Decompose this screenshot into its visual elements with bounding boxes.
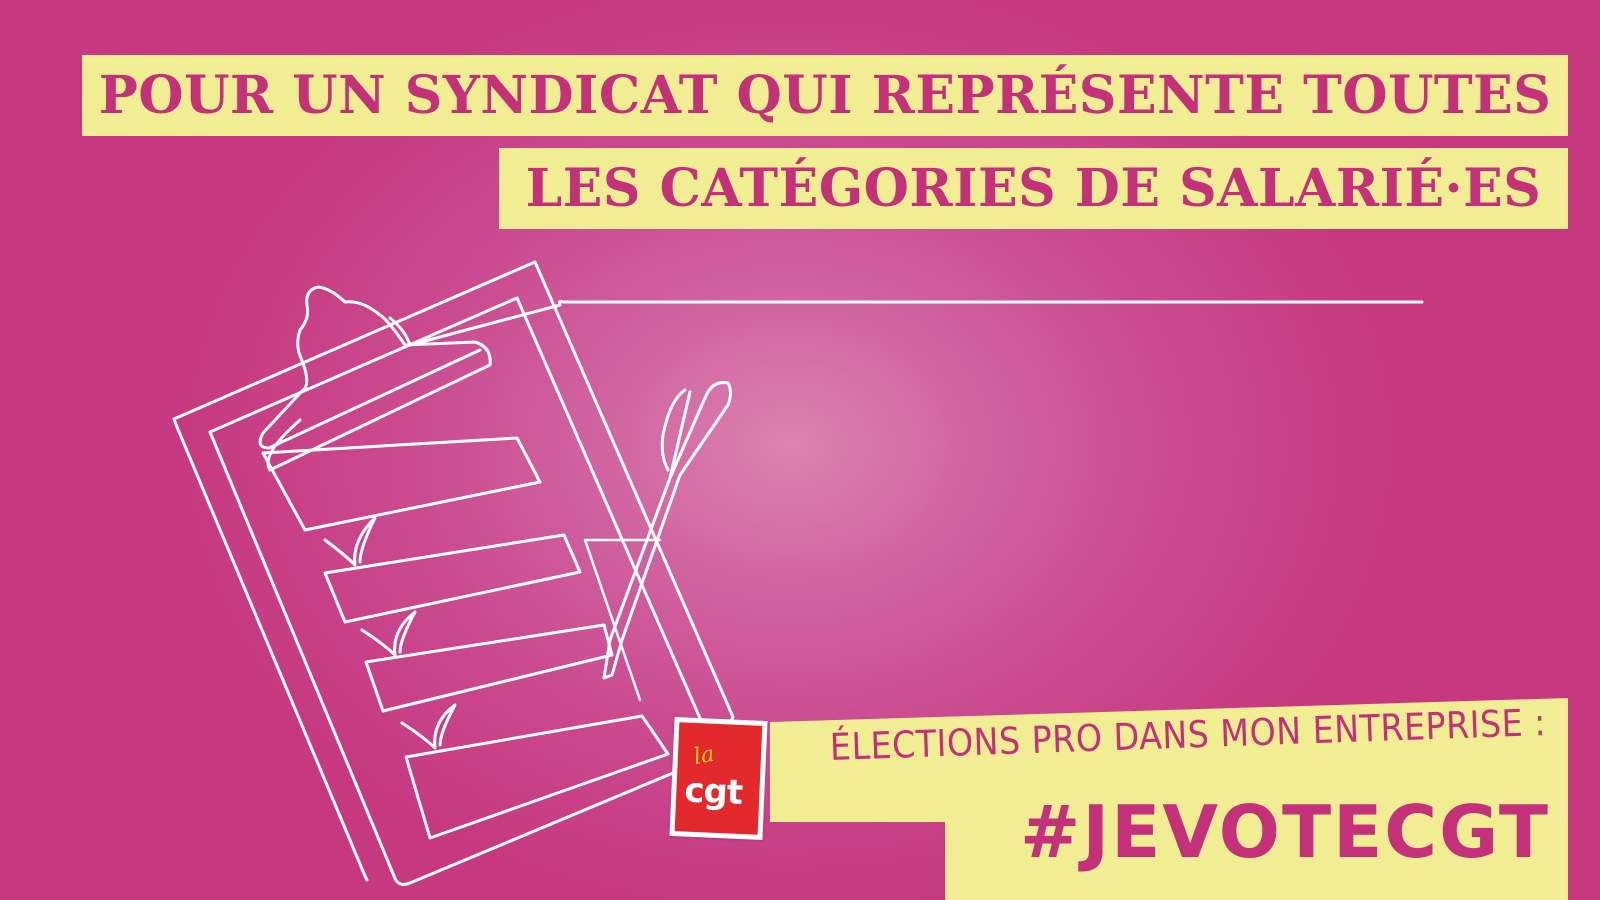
poster-background: POUR UN SYNDICAT QUI REPRÉSENTE TOUTES L… — [0, 0, 1600, 900]
footer-band — [770, 698, 1568, 900]
cgt-logo: la cgt — [669, 717, 768, 840]
footer-hashtag: #JEVOTECGT — [1020, 790, 1551, 874]
cgt-logo-cgt: cgt — [683, 770, 744, 814]
cgt-logo-red-box: la cgt — [674, 722, 763, 835]
cgt-logo-la: la — [692, 741, 717, 770]
